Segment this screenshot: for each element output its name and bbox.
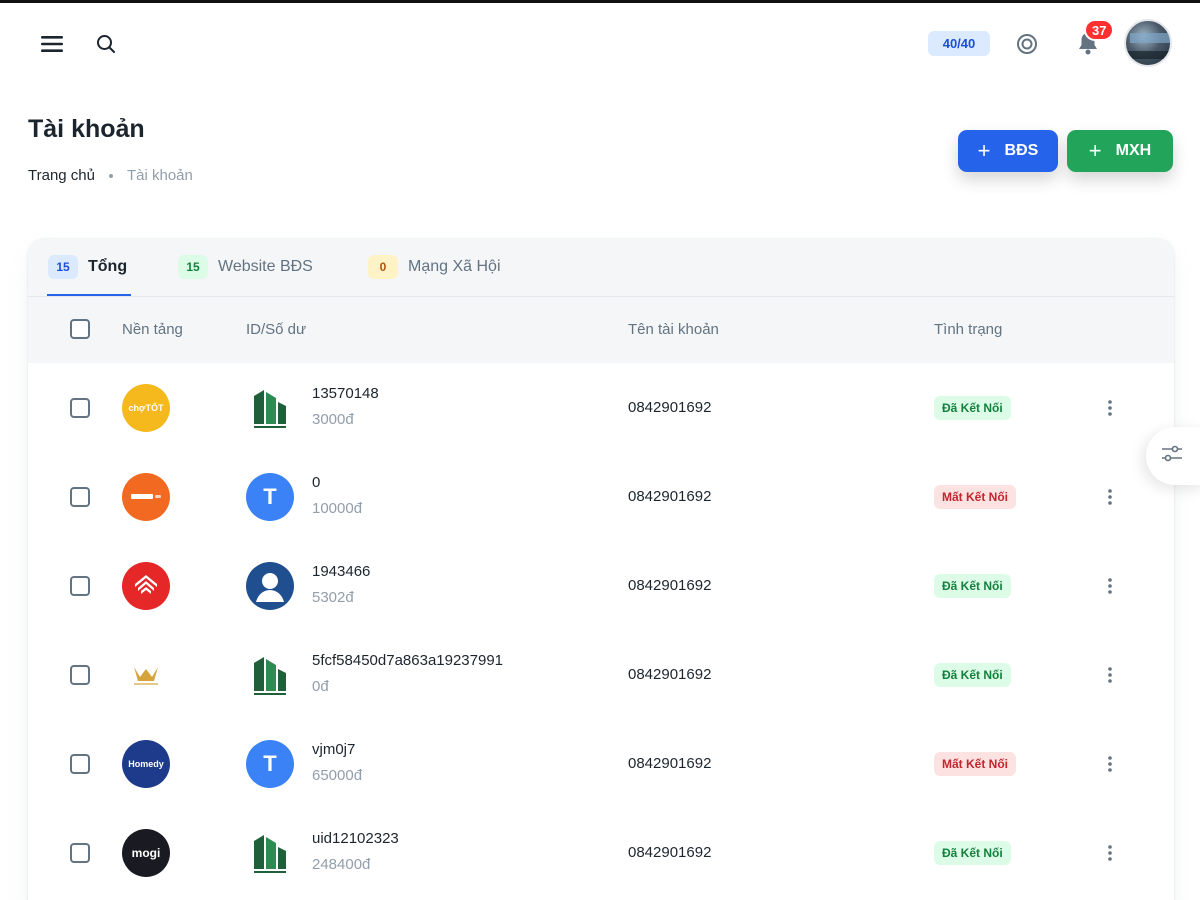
page-title: Tài khoản <box>28 115 145 143</box>
row-checkbox[interactable] <box>70 754 90 774</box>
tab-total-label: Tổng <box>88 258 128 275</box>
column-id-balance[interactable]: ID/Số dư <box>246 321 306 338</box>
platform-logo-text: mogi <box>131 846 161 860</box>
account-name: 0842901692 <box>628 488 712 505</box>
tab-website-count: 15 <box>178 255 208 279</box>
menu-icon[interactable] <box>36 29 68 59</box>
status-badge: Đã Kết Nối <box>934 663 1011 687</box>
status-badge: Mất Kết Nối <box>934 485 1016 509</box>
row-checkbox[interactable] <box>70 843 90 863</box>
account-balance: 0đ <box>312 678 329 695</box>
breadcrumb-separator <box>108 173 113 178</box>
table-row[interactable]: mogi uid12102323 248400đ 0842901692 Đã K… <box>28 808 1174 897</box>
plus-icon: + <box>977 138 991 163</box>
status-badge: Đã Kết Nối <box>934 841 1011 865</box>
more-vertical-icon[interactable] <box>1098 393 1122 423</box>
column-platform[interactable]: Nền tảng <box>122 321 183 338</box>
building-logo-icon <box>246 651 294 699</box>
user-placeholder-icon <box>246 562 294 610</box>
search-icon[interactable] <box>92 29 120 59</box>
platform-logo-text: chợTỐT <box>128 403 164 413</box>
tab-social-count: 0 <box>368 255 398 279</box>
status-badge: Đã Kết Nối <box>934 396 1011 420</box>
tab-total-count: 15 <box>48 255 78 279</box>
row-checkbox[interactable] <box>70 576 90 596</box>
building-logo-icon <box>246 829 294 877</box>
table-header: Nền tảng ID/Số dư Tên tài khoản Tình trạ… <box>28 297 1174 363</box>
tab-total[interactable]: 15 Tổng <box>48 255 127 279</box>
filter-settings-button[interactable] <box>1146 427 1200 485</box>
table-row[interactable]: chợTỐT 13570148 3000đ 0842901692 Đã Kết … <box>28 363 1174 452</box>
add-bds-button[interactable]: + BĐS <box>958 130 1058 172</box>
row-checkbox[interactable] <box>70 665 90 685</box>
account-name: 0842901692 <box>628 399 712 416</box>
tab-social-label: Mạng Xã Hội <box>408 258 501 275</box>
notification-count-badge: 37 <box>1084 19 1115 41</box>
account-name: 0842901692 <box>628 666 712 683</box>
account-balance: 248400đ <box>312 856 371 873</box>
select-all-checkbox[interactable] <box>70 319 90 339</box>
column-status[interactable]: Tình trạng <box>934 321 1002 338</box>
row-checkbox[interactable] <box>70 398 90 418</box>
account-id: 13570148 <box>312 385 379 402</box>
more-vertical-icon[interactable] <box>1098 838 1122 868</box>
user-avatar[interactable] <box>1124 19 1172 67</box>
chotot-icon: chợTỐT <box>122 384 170 432</box>
status-badge: Mất Kết Nối <box>934 752 1016 776</box>
status-badge: Đã Kết Nối <box>934 574 1011 598</box>
more-vertical-icon[interactable] <box>1098 660 1122 690</box>
more-vertical-icon[interactable] <box>1098 571 1122 601</box>
account-id: uid12102323 <box>312 830 399 847</box>
account-balance: 5302đ <box>312 589 354 606</box>
add-mxh-label: MXH <box>1115 142 1152 159</box>
add-bds-label: BĐS <box>1004 142 1039 159</box>
accounts-card: 15 Tổng 15 Website BĐS 0 Mạng Xã Hội Nền… <box>28 239 1174 900</box>
breadcrumb-current: Tài khoản <box>126 167 193 184</box>
account-avatar-letter: T <box>246 473 294 521</box>
tabs-bar: 15 Tổng 15 Website BĐS 0 Mạng Xã Hội <box>28 239 1174 297</box>
gold-logo-icon <box>122 651 170 699</box>
breadcrumb: Trang chủ Tài khoản <box>28 167 193 184</box>
table-row[interactable]: 1943466 5302đ 0842901692 Đã Kết Nối <box>28 541 1174 630</box>
homedy-icon: Homedy <box>122 740 170 788</box>
account-balance: 3000đ <box>312 411 354 428</box>
more-vertical-icon[interactable] <box>1098 749 1122 779</box>
table-row[interactable]: 5fcf58450d7a863a19237991 0đ 0842901692 Đ… <box>28 630 1174 719</box>
account-balance: 65000đ <box>312 767 363 784</box>
settings-icon[interactable] <box>1012 29 1042 59</box>
orange-platform-icon <box>122 473 170 521</box>
account-name: 0842901692 <box>628 844 712 861</box>
account-balance: 10000đ <box>312 500 363 517</box>
more-vertical-icon[interactable] <box>1098 482 1122 512</box>
sliders-icon <box>1162 445 1182 468</box>
table-row[interactable]: T 0 10000đ 0842901692 Mất Kết Nối <box>28 452 1174 541</box>
active-tab-indicator <box>47 294 131 296</box>
quota-badge: 40/40 <box>928 31 990 56</box>
tab-website-label: Website BĐS <box>218 258 313 275</box>
account-name: 0842901692 <box>628 577 712 594</box>
account-name: 0842901692 <box>628 755 712 772</box>
table-row[interactable]: Homedy T vjm0j7 65000đ 0842901692 Mất Kế… <box>28 719 1174 808</box>
red-house-icon <box>122 562 170 610</box>
column-account-name[interactable]: Tên tài khoản <box>628 321 719 338</box>
tab-website-bds[interactable]: 15 Website BĐS <box>178 255 313 279</box>
row-checkbox[interactable] <box>70 487 90 507</box>
account-id: 5fcf58450d7a863a19237991 <box>312 652 504 669</box>
breadcrumb-home[interactable]: Trang chủ <box>28 167 95 184</box>
plus-icon: + <box>1088 138 1102 163</box>
mogi-icon: mogi <box>122 829 170 877</box>
account-id: 1943466 <box>312 563 371 580</box>
building-logo-icon <box>246 384 294 432</box>
add-mxh-button[interactable]: + MXH <box>1067 130 1173 172</box>
account-avatar-letter: T <box>246 740 294 788</box>
account-id: 0 <box>312 474 321 491</box>
tab-social[interactable]: 0 Mạng Xã Hội <box>368 255 501 279</box>
platform-logo-text: Homedy <box>128 759 164 769</box>
top-bar: 40/40 37 <box>0 3 1200 83</box>
account-id: vjm0j7 <box>312 741 356 758</box>
